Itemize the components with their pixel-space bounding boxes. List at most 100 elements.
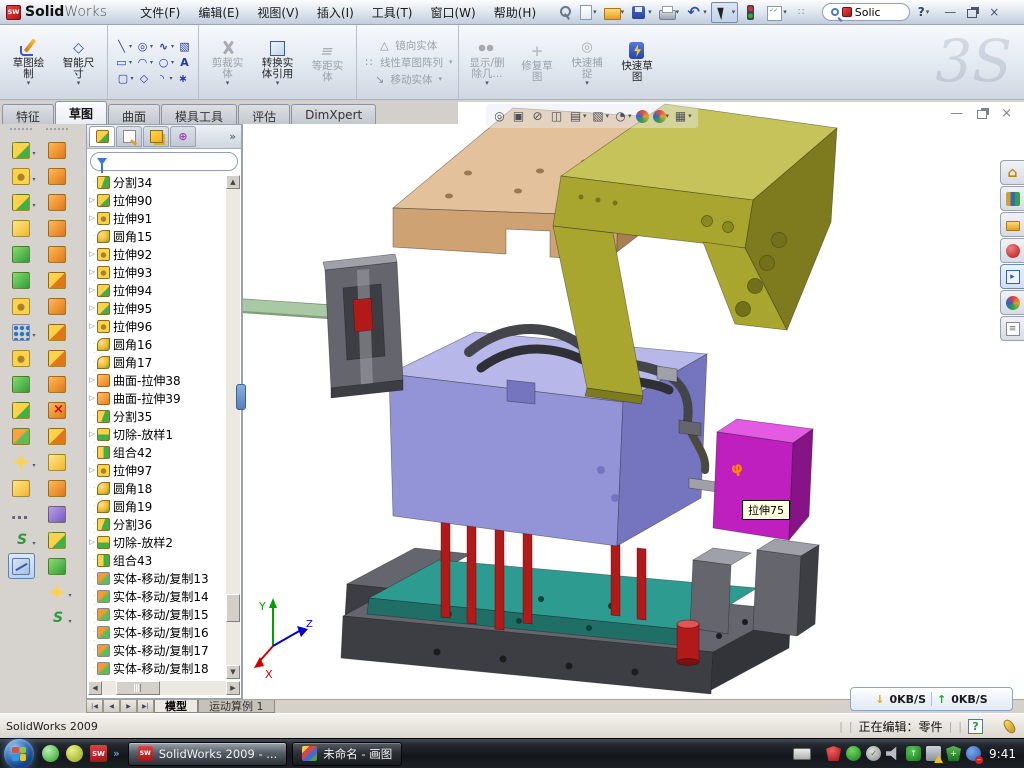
menu-item-4[interactable]: 工具(T)	[363, 1, 422, 24]
pin-button[interactable]	[555, 3, 576, 22]
sketch-fillet-tool[interactable]: ◝▾	[154, 71, 174, 86]
menu-item-1[interactable]: 编辑(E)	[189, 1, 248, 24]
quick-snaps-button[interactable]: 快速捕捉▾	[564, 36, 611, 89]
feature-move-copy-body-button[interactable]	[8, 423, 35, 449]
tree-item-分割34[interactable]: 分割34	[87, 173, 241, 191]
move-entities-button[interactable]: ↘移动实体▾	[373, 72, 443, 87]
view-orientation-button[interactable]: ▤▾	[568, 109, 587, 124]
search-input[interactable]	[855, 6, 901, 19]
taskpane-tab-file-explorer[interactable]	[1000, 212, 1024, 237]
dropdown-caret[interactable]: ▾	[628, 112, 632, 120]
scroll-up-button[interactable]: ▲	[226, 175, 240, 189]
surface-swept-surface-button[interactable]	[44, 189, 71, 215]
hide-show-items-button[interactable]: ◔▾	[613, 109, 632, 124]
menu-item-5[interactable]: 窗口(W)	[422, 1, 485, 24]
menu-item-2[interactable]: 视图(V)	[248, 1, 308, 24]
tree-item-圆角15[interactable]: 圆角15	[87, 227, 241, 245]
ellipse-tool[interactable]: ○▾	[155, 55, 175, 70]
slide-block-magenta[interactable]: φ	[713, 419, 813, 540]
centerpoint-arc-tool[interactable]: ◠▾	[134, 55, 154, 70]
ribbon-tab-草图[interactable]: 草图	[55, 101, 107, 124]
surface-planar-surface-button[interactable]	[44, 293, 71, 319]
cavity-block[interactable]	[389, 332, 707, 546]
tree-item-曲面-拉伸38[interactable]: ▷曲面-拉伸38	[87, 371, 241, 389]
scroll-left-button[interactable]: ◀	[88, 681, 102, 695]
sketch-button[interactable]: 草图绘制▾	[5, 36, 52, 89]
dropdown-caret[interactable]: ▾	[585, 80, 589, 87]
feature-mirror-button[interactable]	[8, 371, 35, 397]
doc-nav-button-1[interactable]: ◀	[103, 700, 120, 713]
tree-filter-box[interactable]	[90, 152, 238, 171]
tag-icon[interactable]	[1002, 717, 1018, 734]
dropdown-caret[interactable]: ▾	[676, 8, 680, 16]
scroll-thumb[interactable]	[226, 594, 240, 622]
doc-nav-button-3[interactable]: ▶|	[137, 700, 154, 713]
doc-tab-模型[interactable]: 模型	[154, 700, 198, 713]
panel-splitter-handle[interactable]	[236, 384, 246, 410]
linear-sketch-pattern-button[interactable]: ∷线性草图阵列▾	[362, 55, 453, 70]
feature-reference-geometry-button[interactable]: ▾	[8, 449, 35, 475]
dropdown-caret[interactable]: ▾	[150, 59, 153, 66]
apply-scene-button[interactable]: ▾	[653, 110, 670, 123]
tray-antivirus-shield-icon[interactable]	[826, 746, 841, 761]
taskpane-tab-solidworks-resources[interactable]	[1000, 160, 1024, 185]
dropdown-caret[interactable]: ▾	[783, 8, 787, 16]
tray-sync-status-icon[interactable]	[966, 746, 981, 761]
quicklaunch-antivirus-ball-icon[interactable]	[66, 745, 83, 762]
view-settings-button[interactable]: ▦▾	[673, 109, 692, 124]
dropdown-caret[interactable]: ▾	[703, 8, 707, 16]
dropdown-caret[interactable]: ▾	[171, 43, 174, 50]
tree-item-分割35[interactable]: 分割35	[87, 407, 241, 425]
dropdown-caret[interactable]: ▾	[32, 202, 35, 209]
taskbar-window-solidworks[interactable]: SWSolidWorks 2009 - ...	[128, 742, 288, 766]
rapid-sketch-button[interactable]: 快速草图	[614, 39, 661, 85]
dropdown-caret[interactable]: ▾	[170, 75, 173, 82]
tree-item-拉伸94[interactable]: ▷拉伸94	[87, 281, 241, 299]
dropdown-caret[interactable]: ▾	[129, 59, 132, 66]
guide-rod[interactable]	[243, 298, 333, 319]
doc-nav-button-2[interactable]: ▶	[120, 700, 137, 713]
offset-entities-button[interactable]: 等距实体	[304, 39, 351, 85]
tool-measure-button[interactable]	[8, 553, 35, 579]
dropdown-caret[interactable]: ▾	[32, 176, 35, 183]
open-button[interactable]: ▾	[601, 3, 627, 22]
rectangle-tool[interactable]: ▭▾	[113, 55, 133, 70]
feature-draft-button[interactable]	[8, 267, 35, 293]
dropdown-caret[interactable]: ▾	[593, 8, 597, 16]
feature-curve-button[interactable]: ▾	[8, 527, 35, 553]
convert-entities-button[interactable]: 转换实体引用▾	[254, 36, 301, 89]
feature-combine-bodies-button[interactable]	[8, 345, 35, 371]
tree-item-拉伸95[interactable]: ▷拉伸95	[87, 299, 241, 317]
dropdown-caret[interactable]: ▾	[732, 8, 736, 16]
help-button[interactable]: ?▾	[918, 5, 929, 19]
tree-item-切除-放样1[interactable]: ▷切除-放样1	[87, 425, 241, 443]
toolbar-grip[interactable]	[10, 128, 32, 134]
dropdown-caret[interactable]: ▾	[439, 75, 443, 83]
taskpane-tab-appearances-scenes[interactable]	[1000, 290, 1024, 315]
surface-untrim-surface-button[interactable]	[44, 449, 71, 475]
graphics-area[interactable]: φ	[242, 102, 1024, 699]
panel-tab-dimxpertmanager[interactable]: ⊕	[170, 126, 196, 147]
tree-item-圆角16[interactable]: 圆角16	[87, 335, 241, 353]
dropdown-caret[interactable]: ▾	[276, 80, 280, 87]
tree-item-实体-移动/复制18[interactable]: 实体-移动/复制18	[87, 659, 241, 677]
feature-shell-button[interactable]	[8, 241, 35, 267]
quicklaunch-solidworks-shortcut-icon[interactable]: SW	[90, 745, 107, 762]
surface-extend-surface-button[interactable]	[44, 475, 71, 501]
expand-arrow[interactable]: ▷	[87, 376, 97, 384]
scroll-right-button[interactable]: ▶	[226, 681, 240, 695]
tree-item-圆角17[interactable]: 圆角17	[87, 353, 241, 371]
surface-boundary-surface-button[interactable]	[44, 241, 71, 267]
quicklaunch-messenger-icon[interactable]	[42, 745, 59, 762]
dropdown-caret[interactable]: ▾	[68, 592, 71, 599]
dropdown-caret[interactable]: ▾	[131, 75, 134, 82]
dropdown-caret[interactable]: ▾	[583, 112, 587, 120]
tree-item-实体-移动/复制13[interactable]: 实体-移动/复制13	[87, 569, 241, 587]
tray-volume-icon[interactable]	[886, 746, 901, 761]
dropdown-caret[interactable]: ▾	[171, 59, 174, 66]
mirror-entities-button[interactable]: △镜向实体	[377, 38, 437, 53]
ribbon-tab-DimXpert[interactable]: DimXpert	[291, 104, 376, 124]
tree-item-圆角19[interactable]: 圆角19	[87, 497, 241, 515]
ribbon-tab-模具工具[interactable]: 模具工具	[161, 104, 237, 124]
ribbon-tab-评估[interactable]: 评估	[238, 104, 290, 124]
